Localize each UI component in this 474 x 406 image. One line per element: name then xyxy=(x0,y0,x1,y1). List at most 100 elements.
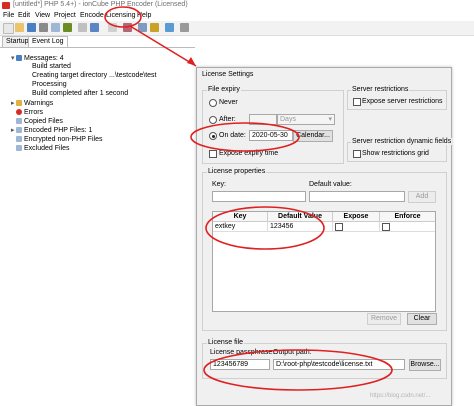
menu-view[interactable]: View xyxy=(35,12,50,19)
key-icon[interactable] xyxy=(150,23,159,32)
build-icon[interactable] xyxy=(63,23,72,32)
messages-node[interactable]: ▾ Messages: 4 xyxy=(11,55,64,63)
log-message: Build started xyxy=(32,63,71,70)
server-restrictions-label: Server restrictions xyxy=(351,86,410,93)
output-path-input[interactable]: D:\root-php\testcode\license.txt xyxy=(273,359,405,370)
settings-icon[interactable] xyxy=(78,23,87,32)
column-header-key[interactable]: Key xyxy=(213,212,268,222)
after-radio[interactable] xyxy=(209,116,217,124)
menu-bar: File Edit View Project Encode Licensing … xyxy=(0,11,474,21)
license-icon[interactable] xyxy=(123,23,132,32)
chevron-down-icon: ▾ xyxy=(328,116,332,123)
errors-label: Errors xyxy=(24,109,44,116)
tab-event-log[interactable]: Event Log xyxy=(28,36,68,47)
column-header-enforce[interactable]: Enforce xyxy=(380,212,435,222)
menu-help[interactable]: Help xyxy=(137,12,151,19)
show-restrictions-grid-label: Show restrictions grid xyxy=(362,150,429,157)
error-icon xyxy=(16,109,22,115)
grid-cell-enforce xyxy=(380,222,435,232)
menu-encode[interactable]: Encode xyxy=(80,12,104,19)
never-radio[interactable] xyxy=(209,99,217,107)
calendar-button[interactable]: Calendar... xyxy=(293,130,333,142)
excluded-files-label: Excluded Files xyxy=(24,145,70,152)
default-value-label: Default value: xyxy=(309,181,352,188)
file-expiry-label: File expiry xyxy=(207,86,241,93)
enforce-checkbox[interactable] xyxy=(382,223,390,231)
file-icon xyxy=(16,136,22,142)
dynamic-fields-label: Server restriction dynamic fields xyxy=(351,138,453,145)
menu-project[interactable]: Project xyxy=(54,12,76,19)
app-icon xyxy=(2,2,10,9)
default-value-input[interactable] xyxy=(309,191,405,202)
warnings-label: Warnings xyxy=(24,100,54,107)
column-header-default-value[interactable]: Default Value xyxy=(268,212,333,222)
help-icon[interactable] xyxy=(165,23,174,32)
log-message: Creating target directory ...\testcode\t… xyxy=(32,72,157,79)
expose-expiry-checkbox[interactable] xyxy=(209,150,217,158)
expose-expiry-label: Expose expiry time xyxy=(219,150,279,157)
key-input[interactable] xyxy=(212,191,306,202)
key-label: Key: xyxy=(212,181,227,188)
expose-server-restrictions-label: Expose server restrictions xyxy=(362,98,443,105)
encode-icon[interactable] xyxy=(90,23,99,32)
expose-server-restrictions-checkbox[interactable] xyxy=(353,98,361,106)
log-message: Processing xyxy=(32,81,67,88)
browse-button[interactable]: Browse... xyxy=(409,359,441,371)
menu-edit[interactable]: Edit xyxy=(18,12,30,19)
passphrase-label: License passphrase: xyxy=(210,349,275,356)
encoded-files-node[interactable]: ▸ Encoded PHP Files: 1 xyxy=(11,127,92,135)
properties-icon[interactable] xyxy=(51,23,60,32)
server-icon[interactable] xyxy=(138,23,147,32)
run-icon[interactable] xyxy=(108,23,117,32)
license-file-label: License file xyxy=(207,339,245,346)
watermark: https://blog.csdn.net/... xyxy=(370,393,431,399)
save-icon[interactable] xyxy=(27,23,36,32)
add-button[interactable]: Add xyxy=(408,191,436,203)
new-file-icon[interactable] xyxy=(3,23,14,34)
warnings-node[interactable]: ▸ Warnings xyxy=(11,100,53,108)
log-message: Build completed after 1 second xyxy=(32,90,129,97)
excluded-files-node[interactable]: Excluded Files xyxy=(11,145,70,153)
title-bar: [untitled*] PHP 5.4+) - ionCube PHP Enco… xyxy=(0,0,474,11)
about-icon[interactable] xyxy=(180,23,189,32)
encrypted-files-node[interactable]: Encrypted non-PHP Files xyxy=(11,136,102,144)
column-header-expose[interactable]: Expose xyxy=(333,212,380,222)
warning-icon xyxy=(16,100,22,106)
toolbar xyxy=(0,21,474,36)
encrypted-files-label: Encrypted non-PHP Files xyxy=(24,136,103,143)
on-date-label: On date: xyxy=(219,132,246,139)
tab-bar: Startup Event Log xyxy=(0,36,195,47)
event-log-panel: ▾ Messages: 4 Build started Creating targ… xyxy=(0,47,195,405)
license-properties-grid: Key Default Value Expose Enforce extkey … xyxy=(212,211,436,312)
passphrase-input[interactable]: 123456789 xyxy=(210,359,270,370)
copied-files-label: Copied Files xyxy=(24,118,63,125)
expose-checkbox[interactable] xyxy=(335,223,343,231)
file-icon xyxy=(16,118,22,124)
file-icon xyxy=(16,145,22,151)
after-unit-select[interactable]: Days ▾ xyxy=(277,114,335,125)
messages-label: Messages: 4 xyxy=(24,55,64,62)
show-restrictions-grid-checkbox[interactable] xyxy=(353,150,361,158)
never-label: Never xyxy=(219,99,238,106)
grid-cell-key[interactable]: extkey xyxy=(213,222,268,232)
after-days-input[interactable] xyxy=(249,114,277,125)
license-settings-dialog: License Settings File expiry Never After… xyxy=(196,67,453,406)
grid-cell-expose xyxy=(333,222,380,232)
open-folder-icon[interactable] xyxy=(15,23,24,32)
after-unit-value: Days xyxy=(280,116,296,123)
menu-licensing[interactable]: Licensing xyxy=(106,12,136,19)
clear-button[interactable]: Clear xyxy=(407,313,437,325)
remove-button[interactable]: Remove xyxy=(367,313,401,325)
window-title: [untitled*] PHP 5.4+) - ionCube PHP Enco… xyxy=(13,1,188,8)
grid-cell-default-value[interactable]: 123456 xyxy=(268,222,333,232)
encoded-files-label: Encoded PHP Files: 1 xyxy=(24,127,93,134)
menu-file[interactable]: File xyxy=(3,12,14,19)
output-path-label: Output path: xyxy=(273,349,312,356)
on-date-radio[interactable] xyxy=(209,132,217,140)
errors-node[interactable]: Errors xyxy=(11,109,43,117)
expiry-date-input[interactable]: 2020-05-30 xyxy=(249,130,293,141)
copied-files-node[interactable]: Copied Files xyxy=(11,118,63,126)
file-icon xyxy=(16,127,22,133)
tool-icon[interactable] xyxy=(39,23,48,32)
license-properties-label: License properties xyxy=(207,168,267,175)
